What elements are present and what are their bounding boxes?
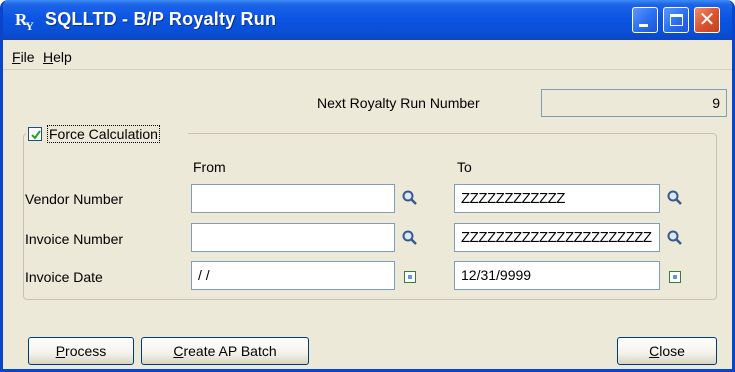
menu-bar: File Help <box>3 40 732 70</box>
menu-help-mnemonic: H <box>43 49 54 65</box>
run-number-field: 9 <box>541 89 727 117</box>
close-icon: ✕ <box>698 9 716 31</box>
close-mnemonic: C <box>649 343 660 359</box>
create-ap-batch-label: reate AP Batch <box>183 343 277 359</box>
force-calculation-label: Force Calculation <box>47 125 160 143</box>
close-window-button[interactable]: ✕ <box>694 7 720 33</box>
invoice-date-to-calendar-icon[interactable] <box>669 271 681 283</box>
vendor-number-to-input[interactable]: ZZZZZZZZZZZZ <box>454 184 660 213</box>
maximize-button[interactable] <box>663 7 689 33</box>
process-button[interactable]: Process <box>28 337 134 365</box>
process-mnemonic: P <box>55 343 66 359</box>
minimize-icon <box>639 24 648 27</box>
menu-file-mnemonic: F <box>12 49 21 65</box>
run-number-label: Next Royalty Run Number <box>317 95 480 111</box>
invoice-date-label: Invoice Date <box>25 269 103 285</box>
vendor-number-label: Vendor Number <box>25 191 124 207</box>
force-calculation-option[interactable]: Force Calculation <box>26 123 188 145</box>
create-ap-batch-button[interactable]: Create AP Batch <box>141 337 309 365</box>
column-from-header: From <box>193 159 226 175</box>
maximize-icon <box>670 14 683 26</box>
form-content: Next Royalty Run Number 9 Force Calculat… <box>17 71 727 365</box>
menu-file[interactable]: File <box>12 49 35 65</box>
minimize-button[interactable] <box>632 7 658 33</box>
royalty-run-window: RY SQLLTD - B/P Royalty Run ✕ File Help … <box>0 0 735 372</box>
invoice-number-from-input[interactable] <box>191 223 395 252</box>
invoice-date-from-calendar-icon[interactable] <box>404 271 416 283</box>
invoice-to-lookup-magnifier-icon[interactable] <box>666 229 684 247</box>
menu-help[interactable]: Help <box>43 49 72 65</box>
close-button[interactable]: Close <box>617 337 717 365</box>
menu-file-label: ile <box>20 49 35 65</box>
vendor-number-from-input[interactable] <box>191 184 395 213</box>
vendor-from-lookup-magnifier-icon[interactable] <box>401 189 419 207</box>
vendor-to-lookup-magnifier-icon[interactable] <box>666 189 684 207</box>
invoice-date-to-input[interactable]: 12/31/9999 <box>454 261 660 290</box>
invoice-number-to-input[interactable]: ZZZZZZZZZZZZZZZZZZZZZZ <box>454 223 660 252</box>
column-to-header: To <box>457 159 472 175</box>
title-bar[interactable]: RY SQLLTD - B/P Royalty Run ✕ <box>3 0 732 40</box>
window-title: SQLLTD - B/P Royalty Run <box>45 9 277 29</box>
menu-help-label: elp <box>53 49 72 65</box>
checkmark-icon <box>31 130 41 140</box>
app-icon: RY <box>15 8 41 33</box>
force-calculation-checkbox[interactable] <box>28 127 42 141</box>
create-ap-batch-mnemonic: C <box>173 343 184 359</box>
invoice-number-label: Invoice Number <box>25 231 124 247</box>
process-label: rocess <box>65 343 107 359</box>
close-label: lose <box>659 343 685 359</box>
app-icon-sub: Y <box>25 19 34 33</box>
invoice-from-lookup-magnifier-icon[interactable] <box>401 229 419 247</box>
invoice-date-from-input[interactable]: / / <box>191 261 395 290</box>
